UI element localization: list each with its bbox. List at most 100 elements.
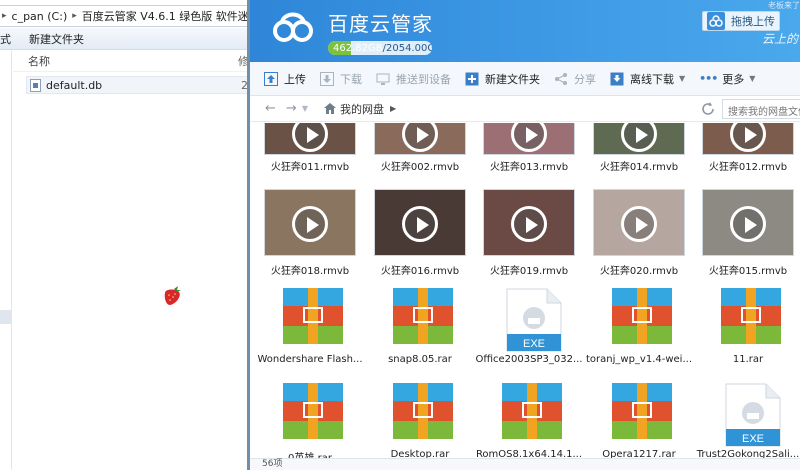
cloud-logo-icon [273,12,313,42]
share-label: 分享 [574,72,596,86]
breadcrumb: 我的网盘 ▶ [323,101,396,117]
file-name: 11.rar [732,354,764,365]
file-item[interactable]: snap8.05.rar [362,288,466,383]
file-name: 火狂奔002.rmvb [380,162,460,173]
drag-upload-label: 拖拽上传 [731,15,775,28]
offline-download-label: 离线下载 [630,72,674,86]
history-dropdown-icon[interactable]: ▼ [302,104,308,113]
offline-download-button[interactable]: 离线下载 ▼ [610,71,685,87]
video-thumbnail [374,189,466,256]
play-icon [511,206,547,242]
play-icon [511,123,547,152]
file-name: 火狂奔011.rmvb [270,162,350,173]
nav-selection-bar [0,310,12,324]
exe-label: EXE [742,433,764,445]
boss-key-label[interactable]: 老板来了 [768,0,800,11]
more-dots-icon: ••• [699,72,718,85]
back-arrow-icon[interactable]: ← [265,101,276,116]
file-item[interactable]: toranj_wp_v1.4-wei... [581,288,692,383]
new-folder-toolbar-button[interactable]: 新建文件夹 [465,71,540,87]
upload-label: 上传 [284,72,306,86]
share-icon [555,72,567,85]
file-name: RomOS8.1x64.14.1... [475,449,583,458]
file-name: 火狂奔015.rmvb [708,266,788,277]
play-icon [621,123,657,152]
play-icon [402,206,438,242]
file-item[interactable]: 0英雄.rar [252,383,356,458]
forward-arrow-icon[interactable]: → [286,101,297,116]
file-item[interactable]: Desktop.rar [362,383,466,458]
push-to-device-button[interactable]: 推送到设备 [376,71,451,87]
file-row[interactable]: default.db 2 [26,76,249,94]
exe-file-icon: EXE [506,288,562,352]
archive-rar-icon [502,383,562,439]
file-name: 火狂奔018.rmvb [270,266,350,277]
exe-file-icon: EXE [725,383,781,447]
play-icon [621,206,657,242]
search-input[interactable]: 搜索我的网盘文件 [722,99,800,119]
file-name: Desktop.rar [390,449,450,458]
share-button[interactable]: 分享 [554,71,596,87]
home-icon[interactable] [323,103,336,114]
file-item[interactable]: 11.rar [690,288,794,383]
file-item[interactable]: 火狂奔016.rmvb [362,189,466,284]
file-item[interactable]: EXE Office2003SP3_032... [471,288,583,383]
app-title: 百度云管家 [328,12,433,36]
status-bar: 56项 [250,458,800,470]
file-item[interactable]: 火狂奔015.rmvb [690,189,794,284]
file-name: Opera1217.rar [602,449,676,458]
play-icon [292,206,328,242]
chevron-down-icon: ▼ [679,74,686,83]
upload-button[interactable]: 上传 [264,71,306,87]
download-button[interactable]: 下载 [320,71,362,87]
upload-cloud-icon [707,12,725,30]
more-label: 更多 [722,72,745,86]
video-thumbnail [374,123,466,155]
file-name: 火狂奔020.rmvb [599,266,679,277]
new-folder-button[interactable]: 新建文件夹 [29,31,84,47]
archive-rar-icon [393,383,453,439]
upload-icon [264,71,278,86]
file-name: snap8.05.rar [388,354,452,365]
main-toolbar: 上传 下载 推送到设备 新建文件夹 分享 离线下载 ▼ ••• 更多 ▼ [250,62,800,96]
column-name[interactable]: 名称 [28,53,50,69]
file-name: toranj_wp_v1.4-wei... [586,354,692,365]
archive-rar-icon [612,383,672,439]
file-name: Office2003SP3_032... [475,354,583,365]
refresh-icon[interactable] [700,101,716,117]
storage-quota-bar: 462.82GB/2054.00GB [328,41,432,55]
video-thumbnail [264,123,356,155]
file-item[interactable]: 火狂奔019.rmvb [471,189,575,284]
file-item[interactable]: 火狂奔020.rmvb [581,189,685,284]
archive-rar-icon [612,288,672,344]
column-header: 名称 修 [13,50,249,72]
video-thumbnail [593,123,685,155]
file-item[interactable]: Wondershare Flash... [252,288,363,383]
file-item[interactable]: 火狂奔018.rmvb [252,189,356,284]
breadcrumb-my-disk[interactable]: 我的网盘 [340,101,384,117]
file-name: default.db [46,78,103,92]
chevron-down-icon: ▼ [749,74,756,83]
chevron-right-icon: ▸ [2,11,7,21]
video-thumbnail [264,189,356,256]
file-item[interactable]: EXE Trust2Gokong2Sali... [690,383,799,458]
archive-rar-icon [393,288,453,344]
file-name: 火狂奔016.rmvb [380,266,460,277]
file-name: Trust2Gokong2Sali... [696,449,800,458]
file-name: 火狂奔014.rmvb [599,162,679,173]
address-bar[interactable]: ▸ c_pan (C:) ▸ 百度云管家 V4.6.1 绿色版 软件迷 ▸ sk… [0,5,249,27]
play-icon [730,123,766,152]
chevron-right-icon: ▸ [72,11,77,21]
video-thumbnail [702,189,794,256]
drag-upload-button[interactable]: 拖拽上传 [702,11,780,31]
file-item[interactable]: Opera1217.rar [581,383,685,458]
archive-rar-icon [283,288,343,344]
address-segment-folder[interactable]: 百度云管家 V4.6.1 绿色版 软件迷 [79,8,248,24]
new-folder-icon [465,72,479,85]
file-item[interactable]: RomOS8.1x64.14.1... [471,383,582,458]
toolbar-item-format[interactable]: 式 [0,31,11,47]
more-button[interactable]: ••• 更多 ▼ [699,71,755,87]
app-header: 百度云管家 462.82GB/2054.00GB 老板来了 拖拽上传 云上的 [250,0,800,62]
device-icon [376,73,390,85]
address-segment-drive[interactable]: c_pan (C:) [9,10,71,23]
